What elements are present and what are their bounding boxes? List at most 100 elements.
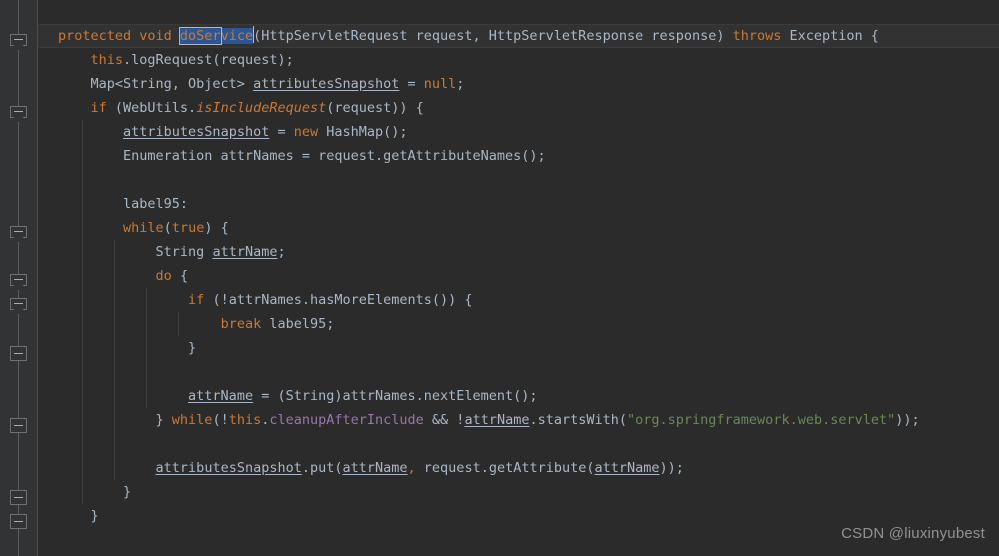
code-token-plain: )); bbox=[659, 460, 684, 476]
fold-marker-box bbox=[10, 106, 27, 118]
code-token-local: attrName bbox=[594, 460, 660, 476]
fold-marker-4[interactable] bbox=[10, 298, 27, 315]
fold-marker-0[interactable] bbox=[10, 34, 27, 51]
indent-guide bbox=[82, 192, 83, 216]
code-token-plain: Map<String, Object> bbox=[58, 76, 254, 92]
code-token-plain: (! bbox=[212, 412, 229, 428]
indent-guide bbox=[114, 432, 115, 456]
minus-icon bbox=[14, 111, 23, 112]
code-line[interactable]: while(true) { bbox=[38, 216, 999, 240]
indent-guide bbox=[146, 288, 147, 312]
indent-guide bbox=[146, 312, 147, 336]
fold-marker-7[interactable] bbox=[10, 490, 27, 507]
code-line[interactable]: } bbox=[38, 336, 999, 360]
code-line[interactable] bbox=[38, 432, 999, 456]
code-line-caret[interactable]: protected void doService(HttpServletRequ… bbox=[38, 24, 999, 48]
fold-marker-box bbox=[10, 274, 27, 286]
code-token-plain: ; bbox=[456, 76, 465, 92]
indent-guide bbox=[82, 312, 83, 336]
editor-gutter[interactable] bbox=[0, 0, 37, 556]
code-line[interactable]: this.logRequest(request); bbox=[38, 48, 999, 72]
code-content[interactable]: protected void doService(HttpServletRequ… bbox=[38, 0, 999, 556]
code-line[interactable]: label95: bbox=[38, 192, 999, 216]
code-token-local: attrName bbox=[464, 412, 530, 428]
code-token-plain: { bbox=[179, 268, 189, 284]
code-line[interactable]: } while(!this.cleanupAfterInclude && !at… bbox=[38, 408, 999, 432]
indent-guide bbox=[146, 336, 147, 360]
minus-icon bbox=[14, 303, 23, 304]
indent-guide bbox=[114, 288, 115, 312]
indent-guide bbox=[114, 240, 115, 264]
fold-marker-tip bbox=[13, 309, 24, 314]
code-token-kw: while bbox=[123, 220, 164, 236]
minus-icon bbox=[14, 521, 23, 522]
indent-guide bbox=[82, 240, 83, 264]
indent-guide bbox=[82, 264, 83, 288]
indent-guide bbox=[114, 384, 115, 408]
fold-marker-tip bbox=[13, 285, 24, 290]
indent-guide bbox=[82, 144, 83, 168]
code-token-plain: ( bbox=[163, 220, 172, 236]
code-token-kw: new bbox=[293, 124, 327, 140]
code-token-kw: this bbox=[90, 52, 124, 68]
code-line[interactable]: attributesSnapshot = new HashMap(); bbox=[38, 120, 999, 144]
fold-marker-tip bbox=[13, 117, 24, 122]
fold-marker-box bbox=[10, 34, 27, 46]
code-token-plain: && ! bbox=[423, 412, 465, 428]
code-line[interactable] bbox=[38, 0, 999, 24]
indent-guide bbox=[82, 216, 83, 240]
code-token-kw: , bbox=[407, 460, 416, 476]
fold-marker-5[interactable] bbox=[10, 346, 27, 363]
code-token-local: attributesSnapshot bbox=[123, 124, 270, 140]
fold-marker-6[interactable] bbox=[10, 418, 27, 435]
indent-guide bbox=[146, 360, 147, 384]
code-token-kw: null bbox=[423, 76, 457, 92]
minus-icon bbox=[14, 497, 23, 498]
minus-icon bbox=[14, 231, 23, 232]
code-line[interactable]: do { bbox=[38, 264, 999, 288]
code-line[interactable]: attrName = (String)attrNames.nextElement… bbox=[38, 384, 999, 408]
code-editor[interactable]: protected void doService(HttpServletRequ… bbox=[0, 0, 999, 556]
code-token-plain: = bbox=[269, 124, 294, 140]
code-line[interactable]: Enumeration attrNames = request.getAttri… bbox=[38, 144, 999, 168]
fold-marker-1[interactable] bbox=[10, 106, 27, 123]
code-line[interactable]: attributesSnapshot.put(attrName, request… bbox=[38, 456, 999, 480]
fold-marker-2[interactable] bbox=[10, 226, 27, 243]
code-token-plain: ; bbox=[277, 244, 286, 260]
code-line[interactable]: if (!attrNames.hasMoreElements()) { bbox=[38, 288, 999, 312]
fold-marker-8[interactable] bbox=[10, 514, 27, 531]
code-token-plain: = bbox=[399, 76, 424, 92]
fold-marker-tip bbox=[13, 45, 24, 50]
code-token-plain: .logRequest(request); bbox=[123, 52, 294, 68]
code-token-plain: } bbox=[58, 484, 132, 500]
indent-guide bbox=[82, 432, 83, 456]
code-line[interactable] bbox=[38, 360, 999, 384]
indent-guide bbox=[114, 336, 115, 360]
code-token-plain: (HttpServletRequest request, HttpServlet… bbox=[253, 28, 733, 44]
indent-guide bbox=[82, 360, 83, 384]
code-token-plain: (!attrNames.hasMoreElements()) { bbox=[212, 292, 473, 308]
selected-identifier-part-b: vice bbox=[220, 28, 254, 44]
code-token-local: attributesSnapshot bbox=[253, 76, 400, 92]
code-token-plain: label95: bbox=[58, 196, 189, 212]
indent-guide bbox=[82, 336, 83, 360]
code-line[interactable]: String attrName; bbox=[38, 240, 999, 264]
code-line[interactable]: break label95; bbox=[38, 312, 999, 336]
code-line[interactable]: } bbox=[38, 480, 999, 504]
code-token-local: attrName bbox=[188, 388, 254, 404]
code-line[interactable]: Map<String, Object> attributesSnapshot =… bbox=[38, 72, 999, 96]
code-token-plain: )); bbox=[895, 412, 920, 428]
code-token-kw: break bbox=[220, 316, 270, 332]
fold-marker-3[interactable] bbox=[10, 274, 27, 291]
indent-guide bbox=[82, 120, 83, 144]
code-token-plain: request.getAttribute( bbox=[415, 460, 595, 476]
minus-icon bbox=[14, 425, 23, 426]
indent-guide bbox=[82, 456, 83, 480]
code-line[interactable] bbox=[38, 168, 999, 192]
fold-marker-box bbox=[10, 298, 27, 310]
code-token-str: "org.springframework.web.servlet" bbox=[627, 412, 896, 428]
indent-guide bbox=[114, 456, 115, 480]
code-line[interactable]: if (WebUtils.isIncludeRequest(request)) … bbox=[38, 96, 999, 120]
indent-guide bbox=[114, 312, 115, 336]
